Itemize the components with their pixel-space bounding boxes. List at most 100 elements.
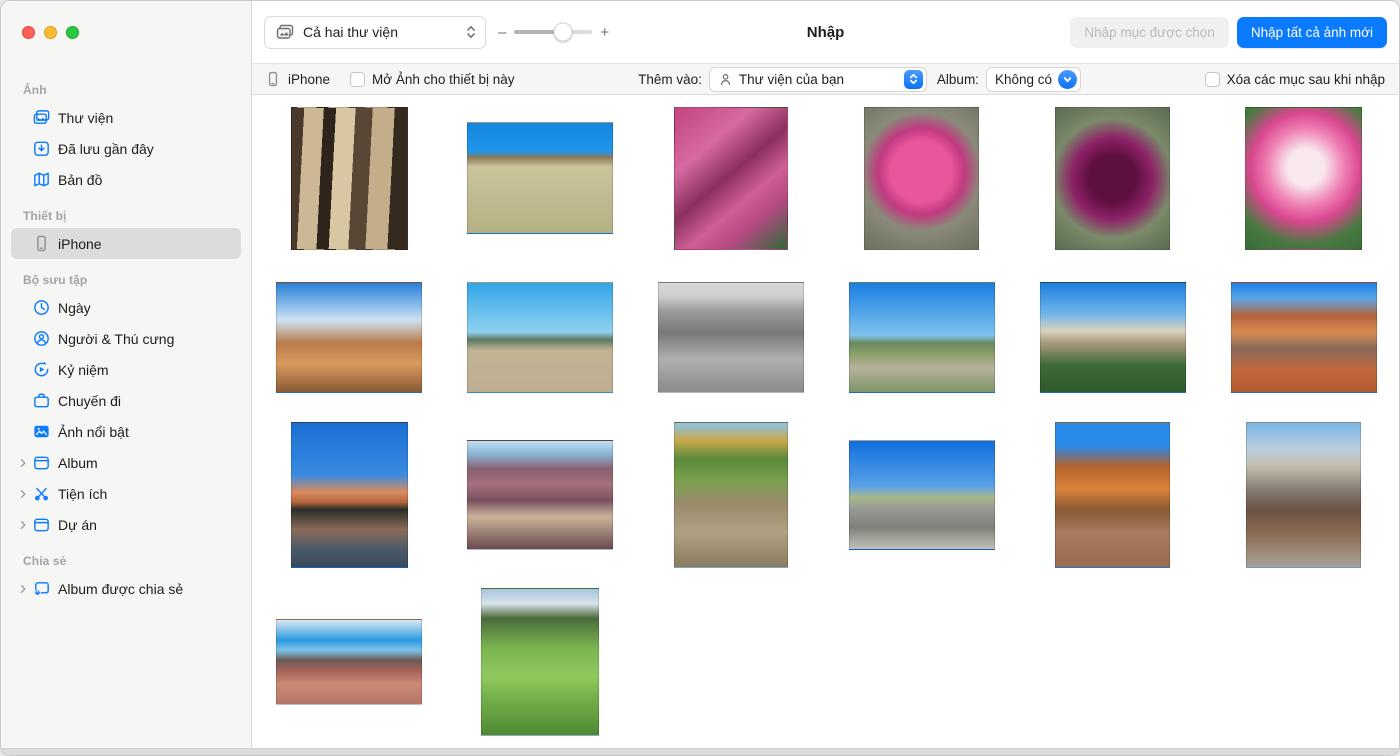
photo-grid-cell xyxy=(826,413,1017,577)
open-photos-checkbox[interactable] xyxy=(350,72,365,87)
photo-thumbnail-desert-creek[interactable] xyxy=(674,422,788,568)
photo-grid-cell xyxy=(254,413,445,577)
chevron-down-icon xyxy=(1058,70,1077,89)
device-name: iPhone xyxy=(288,72,330,87)
sidebar-item-projects[interactable]: Dự án xyxy=(11,509,241,540)
photo-grid-cell xyxy=(445,261,636,413)
sidebar-section-header: Chia sẻ xyxy=(1,540,251,573)
photo-grid-cell xyxy=(826,95,1017,261)
open-photos-option[interactable]: Mở Ảnh cho thiết bị này xyxy=(350,72,514,87)
minimize-button[interactable] xyxy=(44,26,57,39)
chevron-right-icon[interactable] xyxy=(17,583,31,595)
photo-thumbnail-magenta-tulip[interactable] xyxy=(1055,107,1170,250)
chevron-right-icon[interactable] xyxy=(17,488,31,500)
import-photo-grid xyxy=(252,95,1399,755)
person-icon xyxy=(718,72,733,87)
toolbar-buttons: Nhập mục được chọn Nhập tất cả ảnh mới xyxy=(1070,17,1387,48)
album-value: Không có xyxy=(995,72,1052,87)
photo-thumbnail-canyon-dirt-road[interactable] xyxy=(1055,422,1170,568)
page-title: Nhập xyxy=(807,24,845,41)
photo-grid-cell xyxy=(254,261,445,413)
zoom-slider-thumb[interactable] xyxy=(553,23,572,42)
clock-icon xyxy=(31,298,51,318)
photo-thumbnail-rock-bark-texture[interactable] xyxy=(291,107,408,250)
photo-thumbnail-bw-badlands[interactable] xyxy=(658,282,804,393)
main-area: Cả hai thư viện – + Nhập Nhập mục được c… xyxy=(252,1,1399,755)
sidebar-item-map[interactable]: Bản đồ xyxy=(11,164,241,195)
sidebar-item-utilities[interactable]: Tiện ích xyxy=(11,478,241,509)
photos-stack-icon xyxy=(275,22,295,42)
chevron-right-icon[interactable] xyxy=(17,457,31,469)
sidebar-item-label: Kỷ niệm xyxy=(58,362,109,378)
sidebar-item-recently-saved[interactable]: Đã lưu gần đây xyxy=(11,133,241,164)
featured-icon xyxy=(31,422,51,442)
sidebar-item-label: Đã lưu gần đây xyxy=(58,141,154,157)
map-icon xyxy=(31,170,51,190)
photo-grid-cell xyxy=(826,261,1017,413)
sidebar-item-photos[interactable]: Thư viện xyxy=(11,102,241,133)
photo-thumbnail-grass-butte[interactable] xyxy=(467,122,613,234)
photo-grid-cell xyxy=(254,577,445,747)
thumbnail-zoom-slider: – + xyxy=(498,24,609,41)
sidebar-item-memories[interactable]: Kỷ niệm xyxy=(11,354,241,385)
photo-thumbnail-desert-plain-sky[interactable] xyxy=(467,282,613,393)
zoom-window-button[interactable] xyxy=(66,26,79,39)
sidebar-item-label: Thư viện xyxy=(58,110,113,126)
photo-thumbnail-pink-tulip-top[interactable] xyxy=(864,107,979,250)
close-button[interactable] xyxy=(22,26,35,39)
photo-thumbnail-open-highway[interactable] xyxy=(849,440,995,550)
sidebar-item-album[interactable]: Album xyxy=(11,447,241,478)
add-to-select[interactable]: Thư viện của bạn xyxy=(709,67,927,92)
window-bottom-edge xyxy=(1,748,1399,755)
add-to-value: Thư viện của bạn xyxy=(739,72,898,87)
photo-grid-cell xyxy=(445,413,636,577)
photo-grid-cell xyxy=(1208,413,1399,577)
zoom-out-icon[interactable]: – xyxy=(498,24,506,41)
photo-thumbnail-grand-canyon[interactable] xyxy=(467,440,613,550)
photo-thumbnail-bryce-hoodoos-clouds[interactable] xyxy=(276,282,422,393)
zoom-in-icon[interactable]: + xyxy=(600,24,609,41)
delete-after-label: Xóa các mục sau khi nhập xyxy=(1227,72,1385,87)
memories-icon xyxy=(31,360,51,380)
photo-thumbnail-red-rocks-lake-reflection[interactable] xyxy=(291,422,408,568)
import-all-button[interactable]: Nhập tất cả ảnh mới xyxy=(1237,17,1387,48)
photo-thumbnail-petrified-wood[interactable] xyxy=(1246,422,1361,568)
photo-grid-cell xyxy=(636,261,827,413)
sidebar-item-label: Album được chia sẻ xyxy=(58,581,183,597)
sidebar-item-people[interactable]: Người & Thú cưng xyxy=(11,323,241,354)
photo-thumbnail-white-domes-forest[interactable] xyxy=(1040,282,1186,393)
photo-grid-cell xyxy=(636,577,827,747)
delete-after-option[interactable]: Xóa các mục sau khi nhập xyxy=(1205,72,1385,87)
sidebar-item-suitcase[interactable]: Chuyến đi xyxy=(11,385,241,416)
photo-grid-cell xyxy=(1208,577,1399,747)
album-label: Album: xyxy=(937,72,979,87)
photo-thumbnail-pink-white-tulip[interactable] xyxy=(1245,107,1362,250)
photo-thumbnail-red-rock-cliffs[interactable] xyxy=(1231,282,1377,393)
zoom-slider-track[interactable] xyxy=(514,30,592,34)
delete-after-checkbox[interactable] xyxy=(1205,72,1220,87)
photo-thumbnail-grass-meadow[interactable] xyxy=(481,588,599,736)
open-photos-label: Mở Ảnh cho thiết bị này xyxy=(372,72,514,87)
sidebar-item-clock[interactable]: Ngày xyxy=(11,292,241,323)
sidebar-item-iphone[interactable]: iPhone xyxy=(11,228,241,259)
sidebar-item-label: iPhone xyxy=(58,236,102,252)
photo-grid-cell xyxy=(1017,413,1208,577)
sidebar-item-shared-album[interactable]: Album được chia sẻ xyxy=(11,573,241,604)
sidebar-item-featured[interactable]: Ảnh nổi bật xyxy=(11,416,241,447)
album-group: Album: Không có xyxy=(937,67,1081,92)
album-icon xyxy=(31,453,51,473)
import-options-bar: iPhone Mở Ảnh cho thiết bị này Thêm vào:… xyxy=(252,63,1399,95)
library-selector[interactable]: Cả hai thư viện xyxy=(264,16,486,49)
chevron-right-icon[interactable] xyxy=(17,519,31,531)
photo-grid-cell xyxy=(1017,261,1208,413)
import-selected-button[interactable]: Nhập mục được chọn xyxy=(1070,17,1228,48)
photo-thumbnail-green-prairie[interactable] xyxy=(849,282,995,393)
photo-thumbnail-painted-desert[interactable] xyxy=(276,619,422,705)
photo-grid-cell xyxy=(445,577,636,747)
chevron-up-down-icon xyxy=(904,70,923,89)
sidebar-item-label: Dự án xyxy=(58,517,97,533)
utilities-icon xyxy=(31,484,51,504)
album-select[interactable]: Không có xyxy=(986,67,1081,92)
photo-thumbnail-pink-orchids[interactable] xyxy=(674,107,788,250)
sidebar-item-label: Bản đồ xyxy=(58,172,102,188)
